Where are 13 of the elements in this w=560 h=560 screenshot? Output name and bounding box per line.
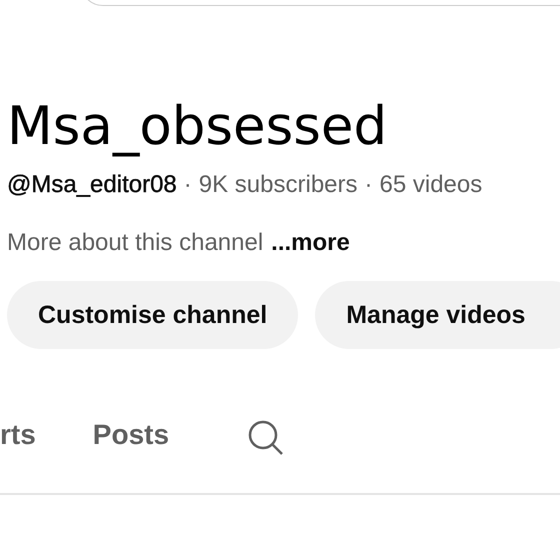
channel-name: Msa_obsessed [7,95,388,159]
more-link[interactable]: ...more [271,229,350,257]
channel-tab[interactable]: Posts [92,418,170,458]
channel-description: More about this channel [7,229,264,257]
separator-dot: · [364,171,373,199]
video-count: 65 videos [380,171,482,199]
channel-handle: @Msa_editor08 [7,171,177,199]
channel-tab[interactable]: rts [0,418,36,458]
manage-videos-button[interactable]: Manage videos [315,281,560,349]
search-icon[interactable] [247,419,286,457]
separator-dot: · [184,171,192,199]
subscriber-count: 9K subscribers [198,171,358,199]
customise-channel-button[interactable]: Customise channel [7,281,298,349]
